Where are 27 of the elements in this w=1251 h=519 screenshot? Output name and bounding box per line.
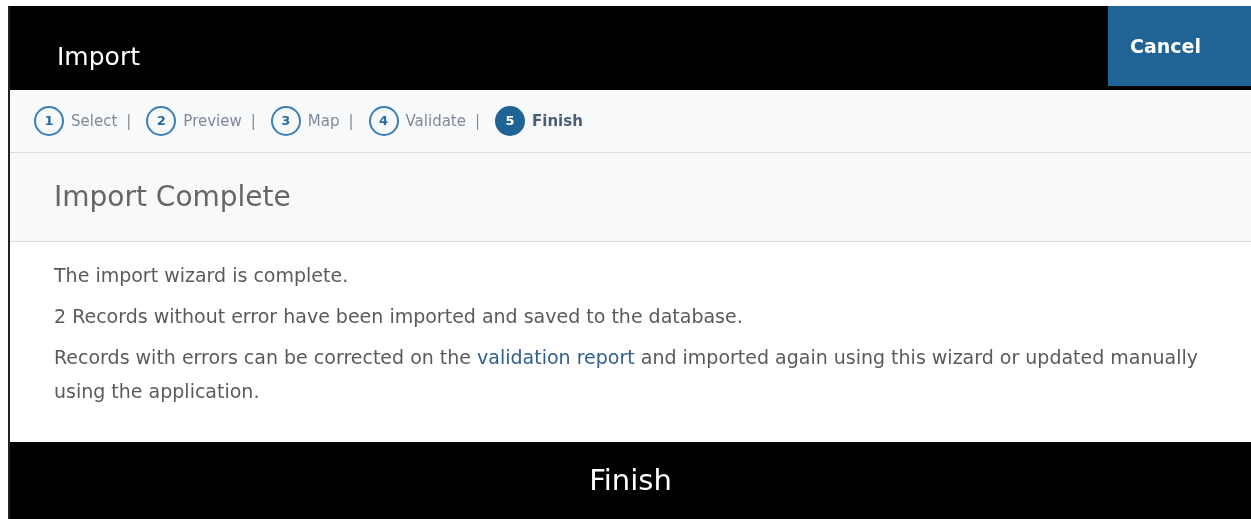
step-number: 1 <box>34 106 64 136</box>
message-text: 2 Records without error have been imported and saved to the database. <box>54 304 744 329</box>
step-separator: | <box>126 110 132 132</box>
step-number: 5 <box>495 106 526 136</box>
message-text: The import wizard is complete. <box>54 263 350 288</box>
step-tab[interactable]: 2 Preview <box>146 106 242 136</box>
step-label: Preview <box>183 110 242 132</box>
step-separator: | <box>348 110 354 132</box>
step-tab[interactable]: 1 Select <box>34 106 118 136</box>
step-label: Finish <box>532 110 583 132</box>
step-number: 4 <box>368 106 399 136</box>
step-label: Validate <box>405 110 466 132</box>
step-number: 2 <box>146 106 177 136</box>
section-heading: Import Complete <box>54 179 291 215</box>
step-separator: | <box>250 110 256 132</box>
step-tab[interactable]: 4 Validate <box>368 106 466 136</box>
finish-button[interactable]: Finish <box>10 442 1251 519</box>
message-text: Records with errors can be corrected on the validation report and imported again using this wizard or updated manually using the application. <box>54 345 1200 404</box>
window-title: Import <box>57 41 140 73</box>
step-label: Map <box>307 110 340 132</box>
step-tab[interactable]: 3 Map <box>270 106 340 136</box>
step-number: 3 <box>270 106 301 136</box>
cancel-button[interactable]: Cancel <box>1108 6 1251 86</box>
validation-report-link[interactable]: validation report <box>477 346 635 368</box>
step-tab[interactable]: 5 Finish <box>495 106 583 136</box>
step-separator: | <box>474 110 481 132</box>
step-label: Select <box>71 110 118 132</box>
